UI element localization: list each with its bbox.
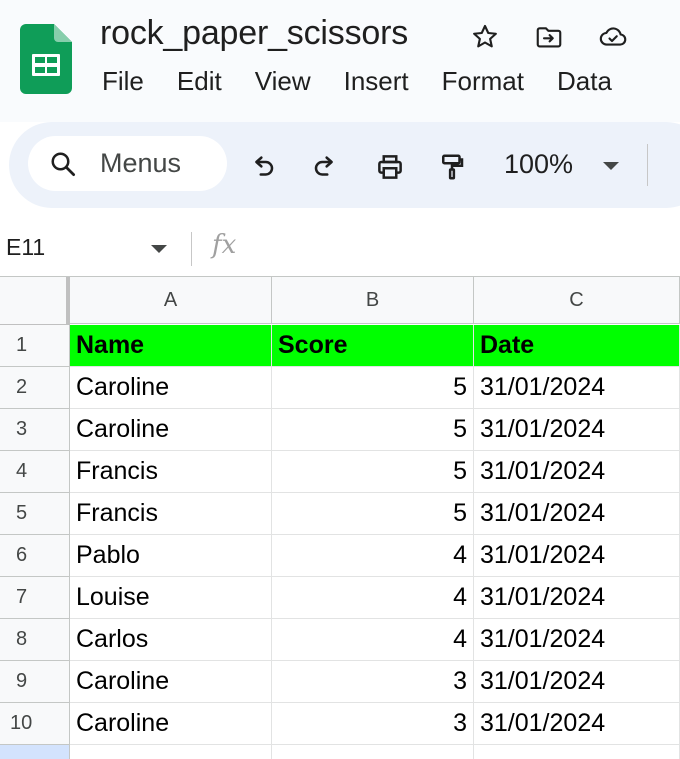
cell-score[interactable]: 3 (272, 703, 474, 745)
menu-data[interactable]: Data (557, 66, 612, 104)
menu-insert[interactable]: Insert (344, 66, 409, 104)
print-icon[interactable] (373, 150, 407, 184)
cell-score[interactable]: 5 (272, 451, 474, 493)
cell-name[interactable]: Francis (70, 451, 272, 493)
search-menus-label: Menus (100, 148, 182, 178)
cell-name[interactable]: Caroline (70, 703, 272, 745)
cell-date[interactable]: 31/01/2024 (474, 619, 680, 661)
empty-cell[interactable] (272, 745, 474, 759)
spreadsheet-grid[interactable]: A B C 1 Name Score Date 2 Caroline 5 31/01/2024… (0, 276, 680, 759)
cell-date[interactable]: 31/01/2024 (474, 493, 680, 535)
cell-name[interactable]: Caroline (70, 661, 272, 703)
star-icon[interactable] (468, 20, 502, 54)
zoom-select[interactable]: 100% (504, 149, 573, 180)
cell-score[interactable]: 4 (272, 535, 474, 577)
column-header-c[interactable]: C (474, 277, 680, 324)
formula-bar-divider (191, 232, 192, 266)
row-header[interactable]: 2 (0, 367, 70, 409)
toolbar: Menus 100% (9, 122, 680, 208)
header-cell-name[interactable]: Name (70, 325, 272, 367)
row-header[interactable]: 9 (0, 661, 70, 703)
cell-date[interactable]: 31/01/2024 (474, 367, 680, 409)
cell-score[interactable]: 5 (272, 367, 474, 409)
row-header[interactable]: 4 (0, 451, 70, 493)
menu-view[interactable]: View (255, 66, 311, 104)
cell-name[interactable]: Carlos (70, 619, 272, 661)
row-header[interactable]: 1 (0, 325, 70, 367)
fx-icon: fx (212, 230, 237, 260)
cell-name[interactable]: Francis (70, 493, 272, 535)
toolbar-divider (647, 144, 648, 186)
menu-format[interactable]: Format (442, 66, 524, 104)
row-header[interactable]: 7 (0, 577, 70, 619)
redo-icon[interactable] (309, 150, 343, 184)
move-to-folder-icon[interactable] (532, 20, 566, 54)
empty-cell[interactable] (474, 745, 680, 759)
cell-score[interactable]: 5 (272, 493, 474, 535)
undo-icon[interactable] (245, 150, 279, 184)
row-header-selected[interactable] (0, 745, 70, 759)
cell-score[interactable]: 3 (272, 661, 474, 703)
search-menus-button[interactable]: Menus (28, 136, 227, 191)
cell-date[interactable]: 31/01/2024 (474, 535, 680, 577)
cell-score[interactable]: 5 (272, 409, 474, 451)
app-header: rock_paper_scissors File Edit View Inser… (0, 0, 680, 122)
cell-score[interactable]: 4 (272, 577, 474, 619)
row-header[interactable]: 3 (0, 409, 70, 451)
column-header-a[interactable]: A (70, 277, 272, 324)
row-header[interactable]: 5 (0, 493, 70, 535)
menu-file[interactable]: File (102, 66, 144, 104)
header-cell-score[interactable]: Score (272, 325, 474, 367)
document-title[interactable]: rock_paper_scissors (100, 14, 408, 53)
cell-date[interactable]: 31/01/2024 (474, 409, 680, 451)
formula-bar: E11 fx (0, 222, 680, 276)
name-box[interactable]: E11 (6, 234, 45, 261)
row-header[interactable]: 6 (0, 535, 70, 577)
cell-date[interactable]: 31/01/2024 (474, 577, 680, 619)
menu-edit[interactable]: Edit (177, 66, 222, 104)
cell-name[interactable]: Pablo (70, 535, 272, 577)
cell-name[interactable]: Louise (70, 577, 272, 619)
select-all-corner[interactable] (0, 277, 70, 328)
cloud-saved-icon[interactable] (596, 20, 630, 54)
row-header[interactable]: 10 (0, 703, 70, 745)
cell-date[interactable]: 31/01/2024 (474, 703, 680, 745)
cell-name[interactable]: Caroline (70, 409, 272, 451)
cell-score[interactable]: 4 (272, 619, 474, 661)
cell-name[interactable]: Caroline (70, 367, 272, 409)
header-cell-date[interactable]: Date (474, 325, 680, 367)
menu-bar: File Edit View Insert Format Data (102, 66, 645, 104)
cell-date[interactable]: 31/01/2024 (474, 661, 680, 703)
row-header[interactable]: 8 (0, 619, 70, 661)
sheets-logo-icon[interactable] (20, 24, 72, 94)
empty-cell[interactable] (70, 745, 272, 759)
search-icon (51, 152, 75, 176)
name-box-dropdown-icon[interactable] (150, 244, 168, 255)
chevron-down-icon[interactable] (601, 160, 621, 172)
paint-format-icon[interactable] (435, 150, 469, 184)
cell-date[interactable]: 31/01/2024 (474, 451, 680, 493)
column-header-b[interactable]: B (272, 277, 474, 324)
